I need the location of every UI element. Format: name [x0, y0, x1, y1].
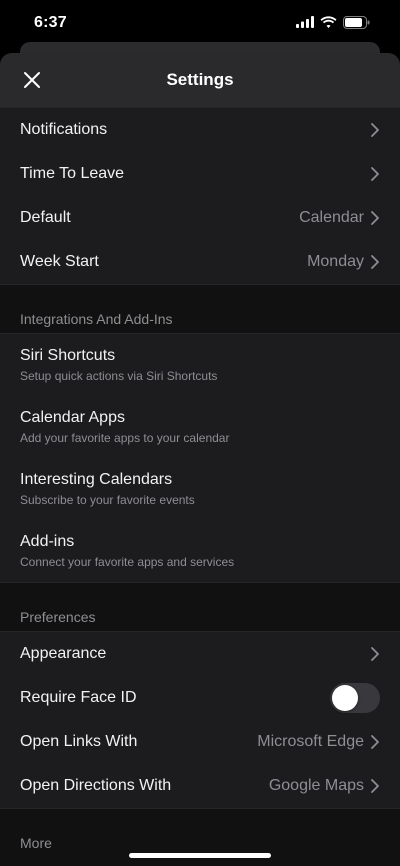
row-subtitle: Subscribe to your favorite events — [20, 493, 195, 507]
row-label: Time To Leave — [20, 165, 125, 182]
row-value: Google Maps — [268, 777, 364, 794]
row-label: Week Start — [20, 253, 99, 270]
chevron-right-icon — [371, 211, 379, 225]
status-time: 6:37 — [34, 14, 67, 31]
general-group: Notifications Time To Leave Default Cale… — [0, 107, 400, 285]
row-siri-shortcuts[interactable]: Siri Shortcuts Setup quick actions via S… — [0, 334, 400, 396]
row-label: Calendar Apps — [20, 409, 125, 426]
row-appearance[interactable]: Appearance — [0, 632, 400, 676]
signal-icon — [296, 16, 314, 28]
row-value: Calendar — [299, 209, 364, 226]
row-label: Siri Shortcuts — [20, 347, 116, 364]
battery-icon — [343, 15, 370, 29]
row-label: Open Directions With — [20, 777, 172, 794]
row-calendar-apps[interactable]: Calendar Apps Add your favorite apps to … — [0, 396, 400, 458]
row-default[interactable]: Default Calendar — [0, 196, 400, 240]
row-add-ins[interactable]: Add-ins Connect your favorite apps and s… — [0, 520, 400, 582]
row-week-start[interactable]: Week Start Monday — [0, 240, 400, 284]
sheet-header: Settings — [0, 53, 400, 107]
chevron-right-icon — [371, 255, 379, 269]
close-button[interactable] — [19, 67, 45, 93]
close-icon — [24, 72, 40, 88]
settings-sheet: Settings Notifications Time To Leave Def… — [0, 53, 400, 866]
toggle-knob — [332, 685, 358, 711]
row-time-to-leave[interactable]: Time To Leave — [0, 152, 400, 196]
row-require-face-id: Require Face ID — [0, 676, 400, 720]
row-subtitle: Connect your favorite apps and services — [20, 555, 235, 569]
home-indicator[interactable] — [129, 853, 271, 858]
chevron-right-icon — [371, 167, 379, 181]
page-title: Settings — [166, 70, 234, 89]
chevron-right-icon — [371, 779, 379, 793]
status-bar: 6:37 — [0, 0, 400, 44]
row-label: Open Links With — [20, 733, 138, 750]
row-label: Add-ins — [20, 533, 75, 550]
row-subtitle: Setup quick actions via Siri Shortcuts — [20, 369, 218, 383]
chevron-right-icon — [371, 735, 379, 749]
wifi-icon — [320, 16, 337, 28]
row-value: Monday — [307, 253, 364, 270]
integrations-group: Siri Shortcuts Setup quick actions via S… — [0, 333, 400, 583]
row-interesting-calendars[interactable]: Interesting Calendars Subscribe to your … — [0, 458, 400, 520]
row-label: Interesting Calendars — [20, 471, 173, 488]
chevron-right-icon — [371, 647, 379, 661]
row-label: Appearance — [20, 645, 107, 662]
row-label: Require Face ID — [20, 689, 137, 706]
row-label: Default — [20, 209, 71, 226]
row-open-links-with[interactable]: Open Links With Microsoft Edge — [0, 720, 400, 764]
chevron-right-icon — [371, 123, 379, 137]
section-header-more: More — [20, 835, 52, 851]
row-open-directions-with[interactable]: Open Directions With Google Maps — [0, 764, 400, 808]
row-value: Microsoft Edge — [257, 733, 364, 750]
row-notifications[interactable]: Notifications — [0, 108, 400, 152]
row-subtitle: Add your favorite apps to your calendar — [20, 431, 230, 445]
section-header-preferences: Preferences — [20, 609, 96, 625]
face-id-toggle[interactable] — [330, 683, 380, 713]
status-icons — [296, 15, 370, 29]
row-label: Notifications — [20, 121, 108, 138]
section-header-integrations: Integrations And Add-Ins — [20, 311, 173, 327]
preferences-group: Appearance Require Face ID Open Links Wi… — [0, 631, 400, 809]
